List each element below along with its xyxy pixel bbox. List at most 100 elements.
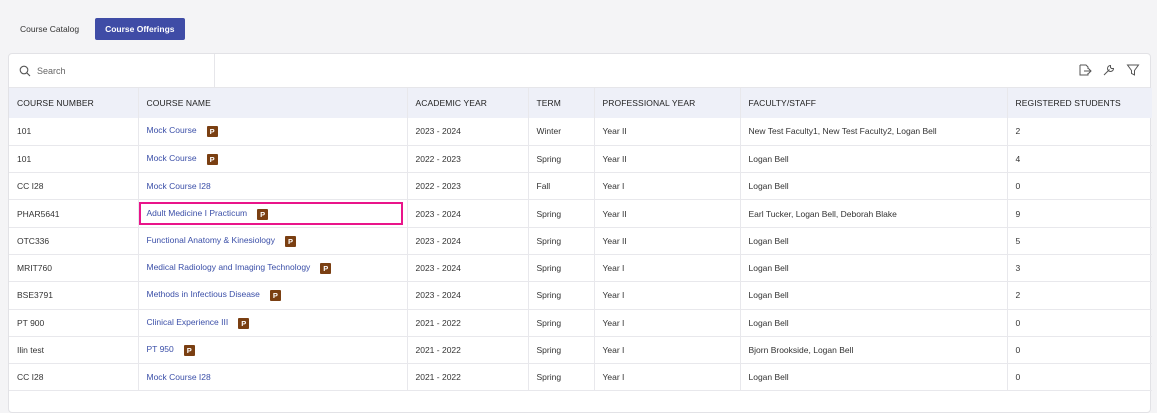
academic-year-cell: 2021 - 2022 xyxy=(406,363,528,392)
faculty-staff-cell: Logan Bell xyxy=(739,227,1007,255)
faculty-staff-cell: Logan Bell xyxy=(739,172,1007,201)
course-number-cell: PT 900 xyxy=(9,309,138,337)
academic-year-cell: 2021 - 2022 xyxy=(406,336,528,365)
course-name-cell: Mock Course I28 xyxy=(137,363,407,392)
term-cell: Spring xyxy=(527,254,594,283)
search-icon xyxy=(19,65,31,77)
course-number-cell: 101 xyxy=(9,118,138,146)
course-name-cell: Mock Course P xyxy=(137,118,407,146)
faculty-staff-cell: New Test Faculty1, New Test Faculty2, Lo… xyxy=(739,118,1007,146)
course-name-cell: Mock Course P xyxy=(137,145,407,174)
course-number-cell: Ilin test xyxy=(9,336,138,365)
course-number-cell: CC I28 xyxy=(9,363,138,392)
tab-course-catalog[interactable]: Course Catalog xyxy=(10,18,89,40)
faculty-staff-cell: Logan Bell xyxy=(739,309,1007,337)
table-row[interactable]: Ilin test PT 950 P 2021 - 2022 Spring Year IB… xyxy=(9,336,1152,365)
professional-year-cell: Year I xyxy=(593,363,740,392)
course-name-cell: Functional Anatomy & Kinesiology P xyxy=(137,227,407,255)
col-professional-year[interactable]: PROFESSIONAL YEAR xyxy=(593,88,740,118)
faculty-staff-cell: Logan Bell xyxy=(739,363,1007,392)
course-name-link[interactable]: Mock Course xyxy=(147,153,197,163)
course-name-link[interactable]: Methods in Infectious Disease xyxy=(147,289,260,299)
faculty-staff-cell: Bjorn Brookside, Logan Bell xyxy=(739,336,1007,365)
col-course-number[interactable]: COURSE NUMBER xyxy=(9,88,138,118)
faculty-staff-cell: Logan Bell xyxy=(739,281,1007,310)
p-badge: P xyxy=(238,317,250,329)
professional-year-cell: Year I xyxy=(593,172,740,201)
course-name-cell: Mock Course I28 xyxy=(137,172,407,201)
term-cell: Fall xyxy=(527,172,594,201)
table-row[interactable]: 101 Mock Course P 2022 - 2023 Spring Year II L… xyxy=(9,145,1152,174)
professional-year-cell: Year II xyxy=(593,118,740,146)
professional-year-cell: Year I xyxy=(593,336,740,365)
term-cell: Spring xyxy=(527,227,594,255)
search-input[interactable]: Search xyxy=(37,66,66,76)
table-header-row: COURSE NUMBER COURSE NAME ACADEMIC YEAR … xyxy=(9,88,1152,118)
faculty-staff-cell: Earl Tucker, Logan Bell, Deborah Blake xyxy=(739,199,1007,228)
table-row[interactable]: PHAR5641 Adult Medicine I Practicum P 2023 … xyxy=(9,199,1152,228)
wrench-icon[interactable] xyxy=(1102,63,1116,77)
faculty-staff-cell: Logan Bell xyxy=(739,145,1007,174)
col-term[interactable]: TERM xyxy=(527,88,594,118)
table-row[interactable]: 101 Mock Course P 2023 - 2024 Winter Year II N… xyxy=(9,118,1152,146)
academic-year-cell: 2023 - 2024 xyxy=(406,199,528,228)
p-badge: P xyxy=(269,290,281,302)
table-row[interactable]: CC I28 Mock Course I28 2021 - 2022 Spring Ye… xyxy=(9,363,1152,392)
course-number-cell: OTC336 xyxy=(9,227,138,255)
col-faculty-staff[interactable]: FACULTY/STAFF xyxy=(739,88,1007,118)
course-number-cell: MRIT760 xyxy=(9,254,138,283)
course-name-link[interactable]: Medical Radiology and Imaging Technology xyxy=(147,262,311,272)
table-row[interactable]: OTC336 Functional Anatomy & Kinesiology P 2… xyxy=(9,227,1152,255)
academic-year-cell: 2023 - 2024 xyxy=(406,118,528,146)
table-row[interactable]: BSE3791 Methods in Infectious Disease P 202… xyxy=(9,281,1152,310)
p-badge: P xyxy=(183,345,195,357)
registered-students-cell: 0 xyxy=(1006,336,1152,365)
p-badge: P xyxy=(206,153,218,165)
professional-year-cell: Year I xyxy=(593,309,740,337)
academic-year-cell: 2022 - 2023 xyxy=(406,172,528,201)
professional-year-cell: Year II xyxy=(593,227,740,255)
academic-year-cell: 2021 - 2022 xyxy=(406,309,528,337)
table-row[interactable]: CC I28 Mock Course I28 2022 - 2023 Fall Year… xyxy=(9,172,1152,201)
col-academic-year[interactable]: ACADEMIC YEAR xyxy=(406,88,528,118)
registered-students-cell: 5 xyxy=(1006,227,1152,255)
registered-students-cell: 2 xyxy=(1006,281,1152,310)
term-cell: Spring xyxy=(527,336,594,365)
table-row[interactable]: MRIT760 Medical Radiology and Imaging Tec… xyxy=(9,254,1152,283)
filter-icon[interactable] xyxy=(1126,63,1140,77)
p-badge: P xyxy=(320,263,332,275)
tab-bar: Course Catalog Course Offerings xyxy=(10,18,185,40)
table-row[interactable]: PT 900 Clinical Experience III P 2021 - 202… xyxy=(9,309,1152,337)
p-badge: P xyxy=(206,126,218,138)
term-cell: Winter xyxy=(527,118,594,146)
registered-students-cell: 2 xyxy=(1006,118,1152,146)
course-number-cell: BSE3791 xyxy=(9,281,138,310)
course-number-cell: CC I28 xyxy=(9,172,138,201)
col-registered-students[interactable]: REGISTERED STUDENTS xyxy=(1006,88,1152,118)
course-name-cell: Methods in Infectious Disease P xyxy=(137,281,407,310)
course-offerings-table: COURSE NUMBER COURSE NAME ACADEMIC YEAR … xyxy=(9,88,1152,392)
search-box[interactable]: Search xyxy=(9,54,215,88)
course-name-link[interactable]: Adult Medicine I Practicum xyxy=(147,208,248,218)
course-name-cell: Clinical Experience III P xyxy=(137,309,407,337)
course-name-link[interactable]: Mock Course I28 xyxy=(147,181,211,191)
course-name-cell: PT 950 P xyxy=(137,336,407,365)
professional-year-cell: Year I xyxy=(593,281,740,310)
p-badge: P xyxy=(257,208,269,220)
academic-year-cell: 2023 - 2024 xyxy=(406,281,528,310)
registered-students-cell: 9 xyxy=(1006,199,1152,228)
course-name-link[interactable]: Functional Anatomy & Kinesiology xyxy=(147,235,276,245)
course-name-link[interactable]: Clinical Experience III xyxy=(147,317,229,327)
term-cell: Spring xyxy=(527,199,594,228)
professional-year-cell: Year II xyxy=(593,145,740,174)
academic-year-cell: 2023 - 2024 xyxy=(406,254,528,283)
export-icon[interactable] xyxy=(1078,63,1092,77)
term-cell: Spring xyxy=(527,309,594,337)
course-name-link[interactable]: PT 950 xyxy=(147,344,174,354)
tab-course-offerings[interactable]: Course Offerings xyxy=(95,18,185,40)
course-number-cell: PHAR5641 xyxy=(9,199,138,228)
academic-year-cell: 2022 - 2023 xyxy=(406,145,528,174)
col-course-name[interactable]: COURSE NAME xyxy=(137,88,407,118)
course-name-link[interactable]: Mock Course I28 xyxy=(147,372,211,382)
course-name-link[interactable]: Mock Course xyxy=(147,125,197,135)
